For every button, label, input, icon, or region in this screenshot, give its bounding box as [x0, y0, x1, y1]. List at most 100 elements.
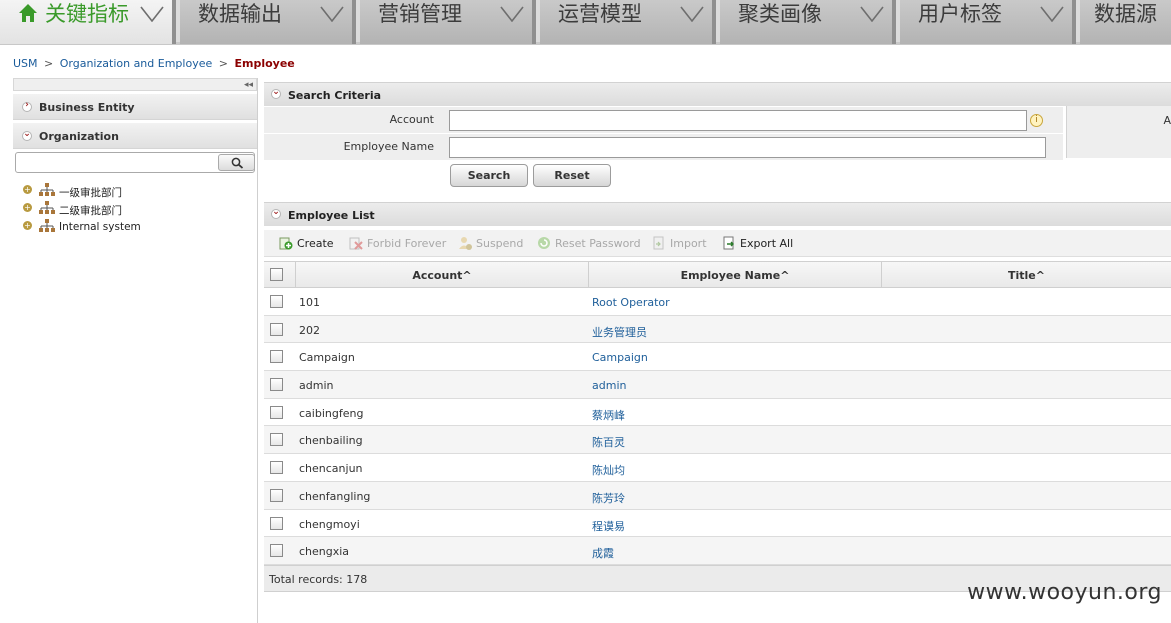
- breadcrumb-usm-link[interactable]: USM: [13, 57, 38, 70]
- tree-node[interactable]: + Internal system: [13, 218, 257, 236]
- cell-account: chengmoyi: [299, 517, 360, 531]
- table-row[interactable]: chenbailing 陈百灵: [264, 426, 1171, 455]
- top-nav: 关键指标 数据输出 营销管理 运营模型 聚类画像 用户标签 数据源: [0, 0, 1171, 45]
- search-criteria-header[interactable]: ⌄ Search Criteria: [264, 82, 1171, 106]
- table-row[interactable]: caibingfeng 蔡炳峰: [264, 398, 1171, 427]
- nav-item-data-output[interactable]: 数据输出: [180, 0, 356, 44]
- cell-account: 101: [299, 296, 320, 309]
- cell-employee-name-link[interactable]: Campaign: [592, 351, 648, 364]
- total-records: Total records: 178: [269, 573, 368, 586]
- sidebar-search-button[interactable]: [218, 154, 255, 171]
- row-checkbox[interactable]: [270, 405, 283, 419]
- employee-table: Account^ Employee Name^ Title^ 101 Root O…: [264, 261, 1171, 565]
- accordion-organization[interactable]: ⌄ Organization: [13, 123, 257, 149]
- employee-list-header[interactable]: ⌄ Employee List: [264, 202, 1171, 226]
- cell-employee-name-link[interactable]: 陈百灵: [592, 434, 625, 450]
- tree-node-label[interactable]: Internal system: [59, 221, 141, 233]
- row-checkbox[interactable]: [270, 488, 283, 502]
- forbid-icon: [349, 237, 363, 250]
- chevron-down-icon[interactable]: [680, 6, 704, 22]
- table-row[interactable]: chencanjun 陈灿均: [264, 454, 1171, 482]
- org-chart-icon: [39, 219, 55, 232]
- cell-employee-name-link[interactable]: 蔡炳峰: [592, 407, 625, 423]
- refresh-icon: [538, 237, 550, 249]
- chevron-down-icon[interactable]: [320, 6, 344, 22]
- table-body: 101 Root Operator 202 业务管理员 Campaign Campaign…: [264, 288, 1171, 565]
- tree-expand-icon[interactable]: +: [23, 221, 32, 230]
- reset-button[interactable]: Reset: [533, 164, 611, 187]
- cell-employee-name-link[interactable]: 陈灿均: [592, 462, 625, 478]
- account-input[interactable]: [449, 110, 1027, 131]
- cell-employee-name-link[interactable]: 成霞: [592, 545, 614, 561]
- panel-title: Employee List: [288, 209, 375, 222]
- nav-label: 关键指标: [45, 2, 129, 26]
- criteria-side-label: A: [1163, 114, 1171, 127]
- row-checkbox[interactable]: [270, 544, 283, 558]
- org-chart-icon: [39, 201, 55, 214]
- chevron-down-icon[interactable]: [500, 6, 524, 22]
- org-tree: + 一级审批部门 + 二级审批部门 + Internal system: [13, 182, 257, 236]
- info-icon[interactable]: i: [1030, 114, 1043, 127]
- table-row[interactable]: chengxia 成霞: [264, 537, 1171, 565]
- tree-node[interactable]: + 二级审批部门: [13, 200, 257, 218]
- row-checkbox[interactable]: [270, 516, 283, 530]
- collapse-left-icon[interactable]: ◂◂: [244, 80, 253, 90]
- table-row[interactable]: Campaign Campaign: [264, 343, 1171, 372]
- chevron-down-icon[interactable]: [140, 6, 164, 22]
- row-checkbox[interactable]: [270, 322, 283, 336]
- nav-item-cluster-profile[interactable]: 聚类画像: [720, 0, 896, 44]
- column-header-title[interactable]: Title^: [882, 269, 1171, 282]
- accordion-business-entity[interactable]: › Business Entity: [13, 94, 257, 120]
- row-checkbox[interactable]: [270, 350, 283, 364]
- cell-account: caibingfeng: [299, 406, 364, 420]
- select-all-checkbox[interactable]: [270, 268, 283, 281]
- cell-employee-name-link[interactable]: 程谟易: [592, 518, 625, 534]
- nav-item-marketing[interactable]: 营销管理: [360, 0, 536, 44]
- nav-item-data-source[interactable]: 数据源: [1080, 0, 1171, 44]
- column-header-employee-name[interactable]: Employee Name^: [589, 269, 881, 282]
- row-checkbox[interactable]: [270, 433, 283, 447]
- table-row[interactable]: chengmoyi 程谟易: [264, 509, 1171, 538]
- tree-expand-icon[interactable]: +: [23, 185, 32, 194]
- add-icon: [279, 237, 293, 250]
- nav-item-user-tags[interactable]: 用户标签: [900, 0, 1076, 44]
- expand-icon: ›: [22, 100, 32, 112]
- tree-expand-icon[interactable]: +: [23, 203, 32, 212]
- chevron-down-icon[interactable]: [1040, 6, 1064, 22]
- cell-account: chenfangling: [299, 489, 371, 503]
- cell-account: Campaign: [299, 351, 355, 365]
- sidebar-search: [13, 152, 257, 174]
- nav-item-operation-model[interactable]: 运营模型: [540, 0, 716, 44]
- chevron-down-icon[interactable]: [860, 6, 884, 22]
- column-header-account[interactable]: Account^: [296, 269, 588, 282]
- criteria-row-employee-name: Employee Name: [264, 134, 1063, 160]
- tree-node-label[interactable]: 一级审批部门: [59, 185, 122, 200]
- tree-node[interactable]: + 一级审批部门: [13, 182, 257, 200]
- row-checkbox[interactable]: [270, 461, 283, 475]
- cell-employee-name-link[interactable]: 陈芳玲: [592, 490, 625, 506]
- table-row[interactable]: 202 业务管理员: [264, 315, 1171, 344]
- tree-node-label[interactable]: 二级审批部门: [59, 203, 122, 218]
- watermark: www.wooyun.org: [967, 580, 1162, 605]
- row-checkbox[interactable]: [270, 378, 283, 392]
- table-row[interactable]: chenfangling 陈芳玲: [264, 481, 1171, 510]
- nav-label: 营销管理: [378, 2, 462, 26]
- cell-account: 202: [299, 323, 320, 337]
- breadcrumb-organization-link[interactable]: Organization and Employee: [60, 57, 213, 70]
- nav-label: 聚类画像: [738, 2, 822, 26]
- row-checkbox[interactable]: [270, 295, 283, 308]
- cell-employee-name-link[interactable]: admin: [592, 379, 626, 392]
- sidebar-collapse-bar[interactable]: ◂◂: [13, 78, 257, 91]
- home-icon: [19, 4, 37, 22]
- cell-employee-name-link[interactable]: Root Operator: [592, 296, 670, 309]
- accordion-label: Organization: [39, 130, 119, 143]
- user-suspend-icon: [459, 237, 472, 250]
- table-row[interactable]: 101 Root Operator: [264, 288, 1171, 316]
- nav-label: 数据输出: [198, 2, 282, 26]
- nav-item-key-indicators[interactable]: 关键指标: [0, 0, 176, 44]
- cell-employee-name-link[interactable]: 业务管理员: [592, 324, 647, 340]
- search-button[interactable]: Search: [450, 164, 528, 187]
- collapse-icon: ⌄: [271, 207, 281, 219]
- table-row[interactable]: admin admin: [264, 371, 1171, 399]
- employee-name-input[interactable]: [449, 137, 1046, 158]
